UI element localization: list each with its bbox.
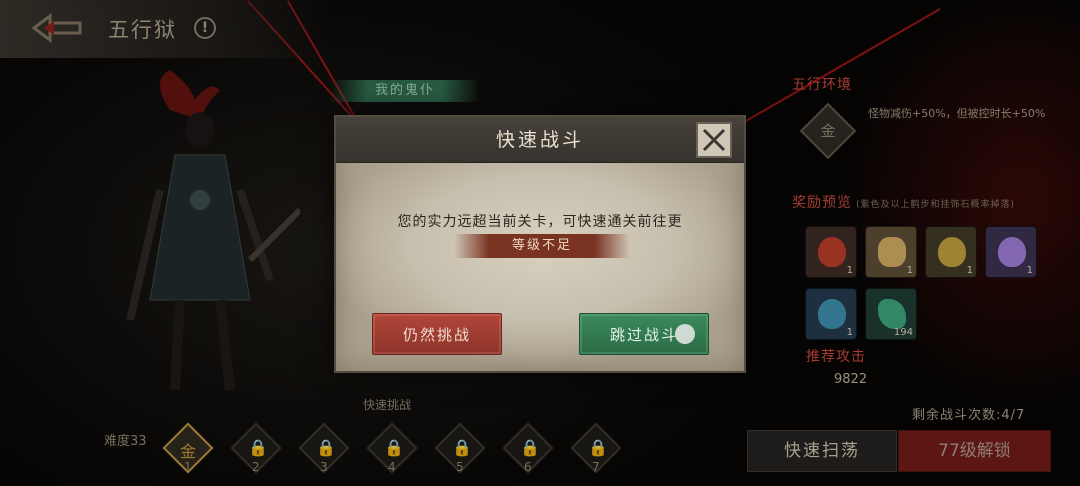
touch-indicator bbox=[675, 324, 695, 344]
level-warning-text: 等级不足 bbox=[511, 238, 572, 253]
level-warning: 等级不足 bbox=[454, 234, 630, 258]
close-button[interactable] bbox=[696, 122, 732, 158]
challenge-anyway-button[interactable]: 仍然挑战 bbox=[372, 313, 502, 355]
dialog-title: 快速战斗 bbox=[495, 129, 584, 151]
close-icon bbox=[702, 128, 726, 152]
dialog-message: 您的实力远超当前关卡，可快速通关前往更 bbox=[397, 214, 683, 230]
